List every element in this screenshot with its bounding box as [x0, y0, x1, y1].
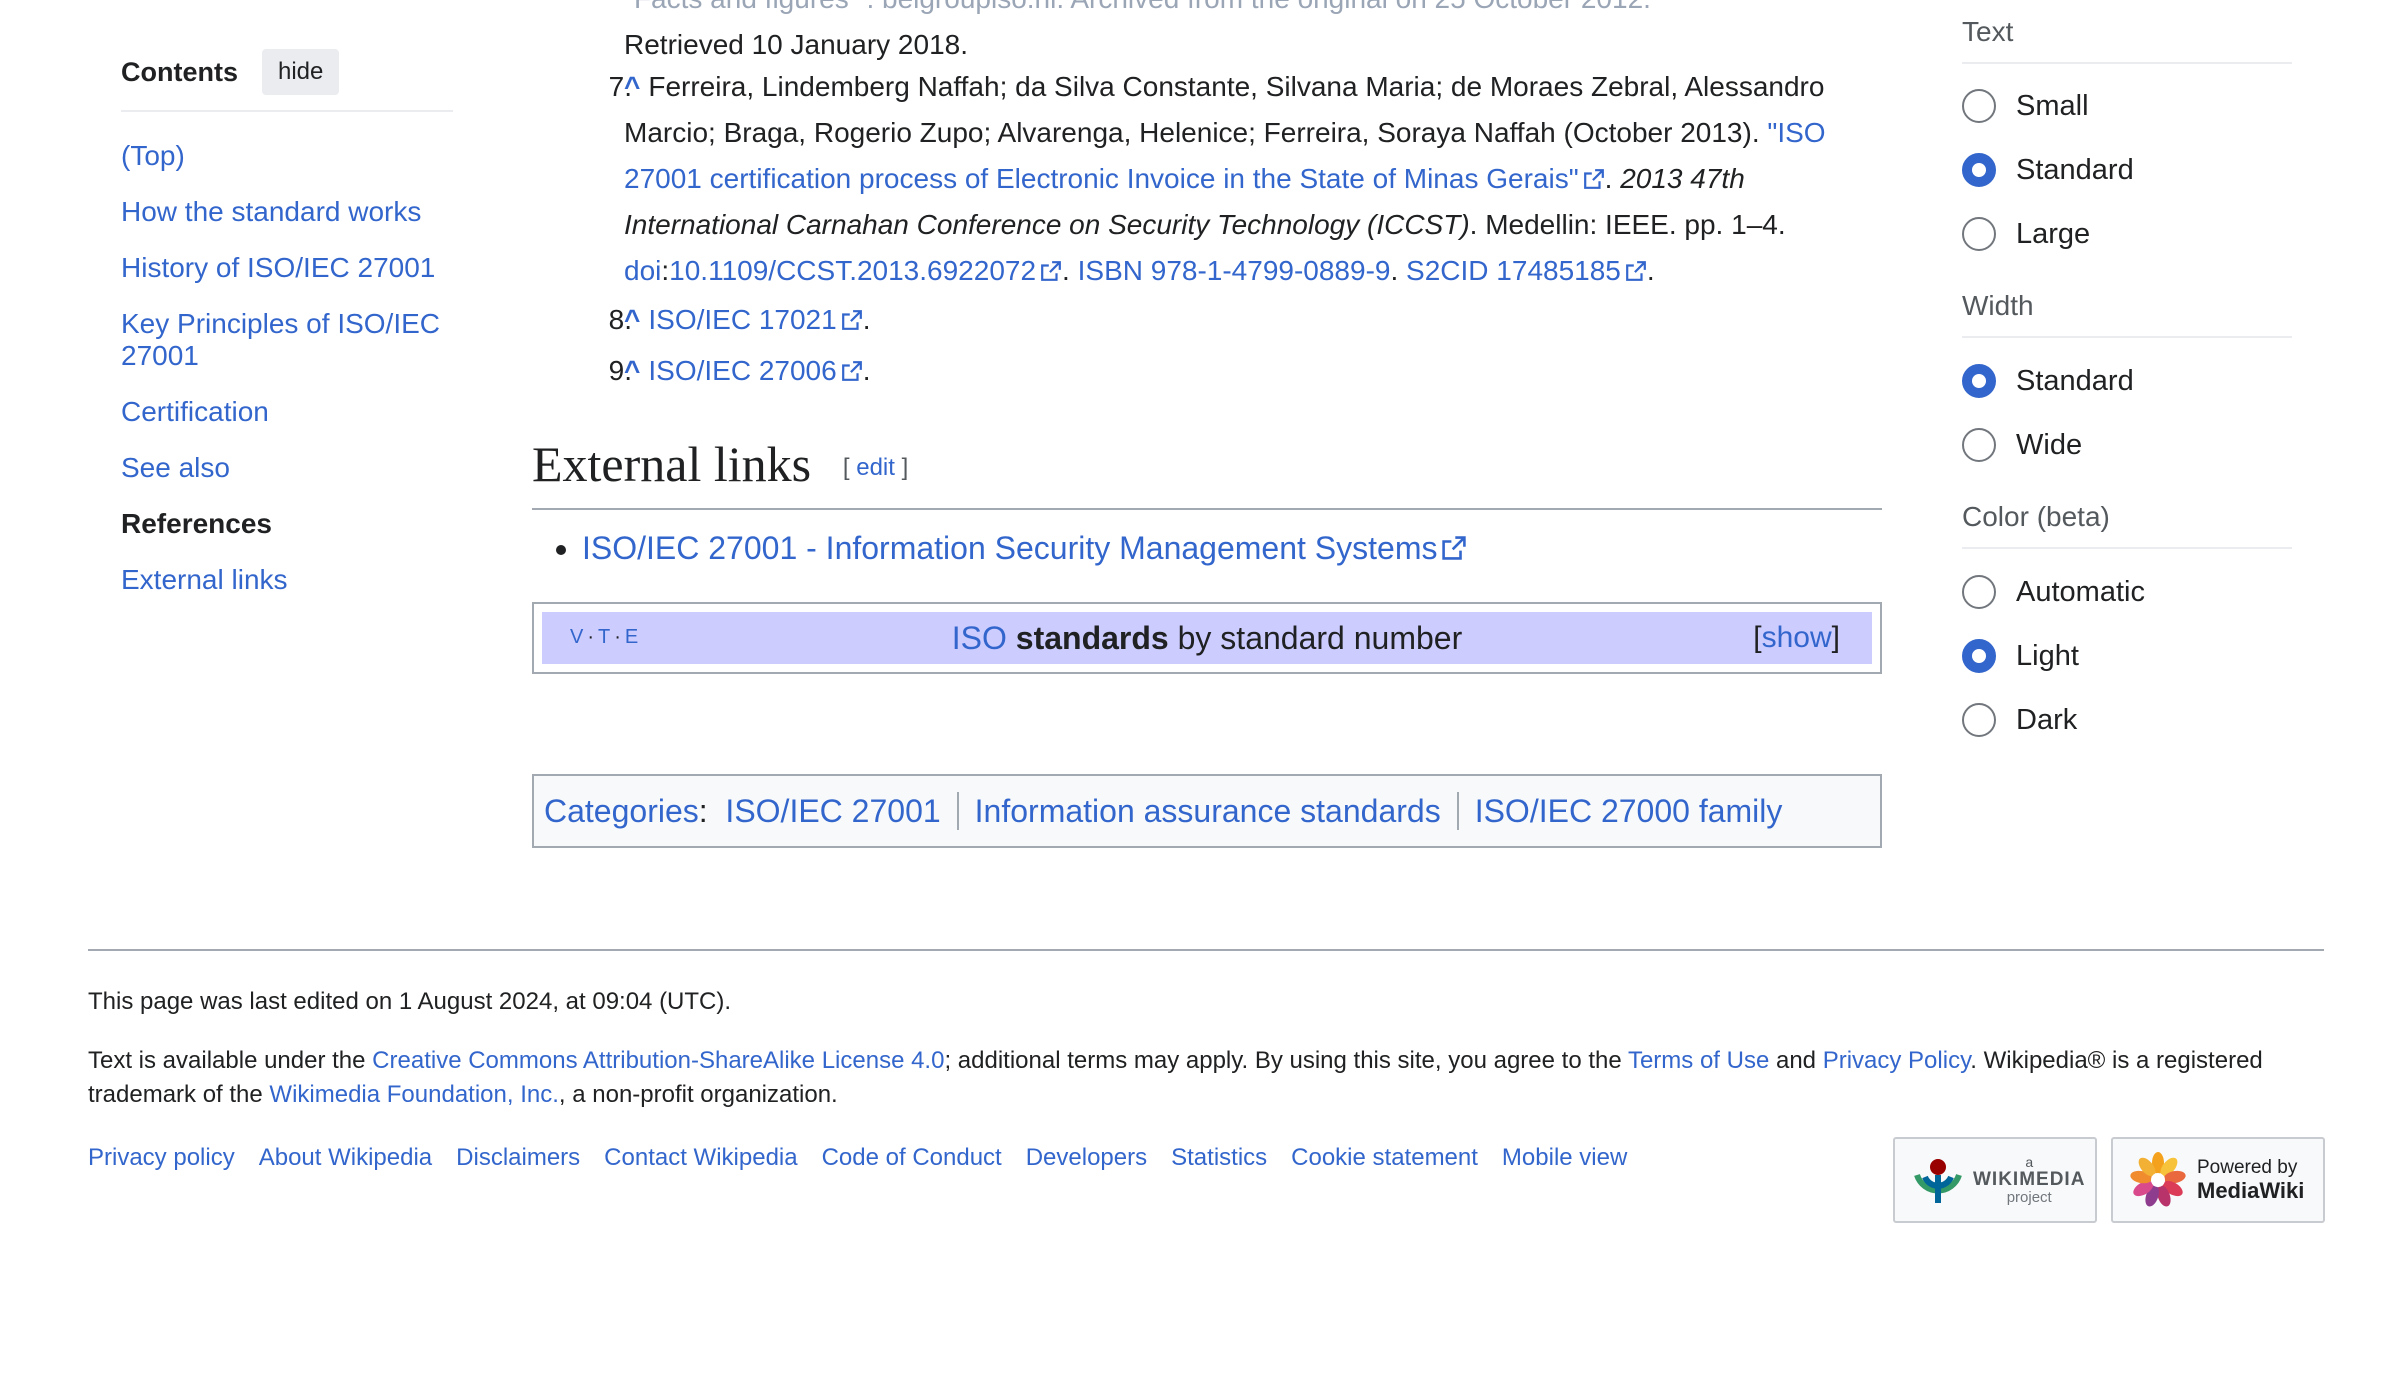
radio-button[interactable] [1962, 217, 1996, 251]
reference-authors: Ferreira, Lindemberg Naffah; da Silva Co… [624, 71, 1825, 148]
category-links: Categories: ISO/IEC 27001 Information ass… [532, 774, 1882, 848]
color-automatic-option[interactable]: Automatic [1962, 572, 2145, 612]
external-link-icon [1625, 261, 1646, 281]
category-divider [1456, 792, 1459, 830]
table-of-contents: Contents hide (Top) How the standard work… [121, 46, 453, 596]
toc-item-certification[interactable]: Certification [121, 396, 453, 428]
wikimedia-logo-icon [1914, 1159, 1962, 1203]
footer-divider [88, 949, 2324, 951]
wikimedia-badge-text: a WIKIMEDIA project [1973, 1154, 2086, 1206]
color-dark-option[interactable]: Dark [1962, 700, 2077, 740]
retrieved-date: Retrieved 10 January 2018. [624, 29, 968, 60]
footer-link-about-wikipedia[interactable]: About Wikipedia [259, 1144, 432, 1172]
footer-link-contact-wikipedia[interactable]: Contact Wikipedia [604, 1144, 797, 1172]
text-size-large-option[interactable]: Large [1962, 214, 2090, 254]
section-edit: [ edit ] [842, 454, 909, 481]
footer-link-privacy-policy[interactable]: Privacy policy [88, 1144, 235, 1172]
reference-link[interactable]: "Facts and figures" [624, 0, 859, 14]
backlink-caret[interactable]: ^ [624, 304, 640, 335]
color-heading: Color (beta) [1962, 501, 2292, 549]
reference-link[interactable]: ISO/IEC 27006 [648, 355, 836, 386]
edit-section-link[interactable]: edit [856, 454, 895, 481]
radio-button[interactable] [1962, 89, 1996, 123]
toc-item-see-also[interactable]: See also [121, 452, 453, 484]
toc-item-top[interactable]: (Top) [121, 140, 453, 172]
navbox-show-button[interactable]: show [1762, 621, 1832, 654]
category-link[interactable]: Information assurance standards [975, 793, 1441, 829]
s2cid-link[interactable]: S2CID 17485185 [1406, 255, 1621, 286]
radio-button-selected[interactable] [1962, 153, 1996, 187]
category-link[interactable]: ISO/IEC 27001 [725, 793, 940, 829]
radio-button[interactable] [1962, 575, 1996, 609]
external-link-icon [841, 361, 862, 381]
radio-button[interactable] [1962, 428, 1996, 462]
external-link-icon [1442, 536, 1467, 560]
external-link[interactable]: ISO/IEC 27001 - Information Security Man… [582, 530, 1437, 566]
wikimedia-foundation-link[interactable]: Wikimedia Foundation, Inc. [269, 1081, 558, 1108]
radio-button-selected[interactable] [1962, 639, 1996, 673]
license-info: Text is available under the Creative Com… [88, 1047, 2263, 1108]
footer-link-disclaimers[interactable]: Disclaimers [456, 1144, 580, 1172]
reference-link[interactable]: ISO/IEC 17021 [648, 304, 836, 335]
backlink-caret[interactable]: ^ [624, 71, 640, 102]
footer-link-developers[interactable]: Developers [1026, 1144, 1147, 1172]
toc-list: (Top) How the standard works History of IS… [121, 140, 453, 596]
privacy-policy-link[interactable]: Privacy Policy [1823, 1047, 1971, 1074]
text-size-small-option[interactable]: Small [1962, 86, 2089, 126]
text-size-standard-option[interactable]: Standard [1962, 150, 2134, 190]
toc-title: Contents [121, 56, 238, 87]
iso-link[interactable]: ISO [952, 620, 1007, 656]
navbox: V·T·E ISO standards by standard number [… [532, 602, 1882, 674]
toc-hide-button[interactable]: hide [262, 49, 340, 95]
color-light-option[interactable]: Light [1962, 636, 2079, 676]
list-item: ISO/IEC 27001 - Information Security Man… [582, 524, 1467, 572]
category-divider [956, 792, 959, 830]
powered-by-mediawiki-badge[interactable]: Powered by MediaWiki [2111, 1137, 2325, 1223]
doi-label-link[interactable]: doi [624, 255, 661, 286]
toc-item-references[interactable]: References [121, 508, 453, 540]
doi-link[interactable]: 10.1109/CCST.2013.6922072 [669, 255, 1036, 286]
footer-link-cookie-statement[interactable]: Cookie statement [1291, 1144, 1478, 1172]
width-wide-option[interactable]: Wide [1962, 425, 2082, 465]
external-link-icon [1583, 169, 1604, 189]
footer-link-code-of-conduct[interactable]: Code of Conduct [822, 1144, 1002, 1172]
width-heading: Width [1962, 290, 2292, 338]
width-standard-option[interactable]: Standard [1962, 361, 2134, 401]
external-link-icon [1041, 261, 1061, 281]
last-edited-info: This page was last edited on 1 August 20… [88, 988, 732, 1015]
wikimedia-project-badge[interactable]: a WIKIMEDIA project [1893, 1137, 2097, 1223]
radio-button-selected[interactable] [1962, 364, 1996, 398]
toc-item-how-the-standard-works[interactable]: How the standard works [121, 196, 453, 228]
archive-link[interactable]: the original [1251, 0, 1388, 14]
toc-header: Contents hide [121, 46, 453, 112]
isbn-link[interactable]: ISBN 978-1-4799-0889-9 [1078, 255, 1391, 286]
categories-label-link[interactable]: Categories [544, 793, 699, 829]
external-links-list: ISO/IEC 27001 - Information Security Man… [552, 524, 1467, 572]
external-links-section-heading: External links [ edit ] [532, 432, 1882, 510]
footer-link-statistics[interactable]: Statistics [1171, 1144, 1267, 1172]
navbox-toggle: [show] [1753, 621, 1840, 654]
radio-button[interactable] [1962, 703, 1996, 737]
category-link[interactable]: ISO/IEC 27000 family [1475, 793, 1783, 829]
mediawiki-badge-text: Powered by MediaWiki [2197, 1157, 2305, 1203]
footer-link-mobile-view[interactable]: Mobile view [1502, 1144, 1627, 1172]
mediawiki-logo-icon [2130, 1152, 2186, 1207]
text-size-heading: Text [1962, 16, 2292, 64]
navbox-title: ISO standards by standard number [951, 620, 1463, 656]
external-link-icon [841, 310, 862, 330]
cc-license-link[interactable]: Creative Commons Attribution-ShareAlike … [372, 1047, 944, 1074]
footer-links: Privacy policy About Wikipedia Disclaimers… [88, 1144, 1651, 1172]
navbox-title-bar: V·T·E ISO standards by standard number [… [542, 612, 1872, 664]
toc-item-external-links[interactable]: External links [121, 564, 453, 596]
toc-item-key-principles-of-iso-iec-27001[interactable]: Key Principles of ISO/IEC 27001 [121, 308, 453, 372]
terms-of-use-link[interactable]: Terms of Use [1628, 1047, 1769, 1074]
backlink-caret[interactable]: ^ [624, 355, 640, 386]
toc-item-history-of-iso-iec-27001[interactable]: History of ISO/IEC 27001 [121, 252, 453, 284]
section-title: External links [532, 436, 812, 492]
